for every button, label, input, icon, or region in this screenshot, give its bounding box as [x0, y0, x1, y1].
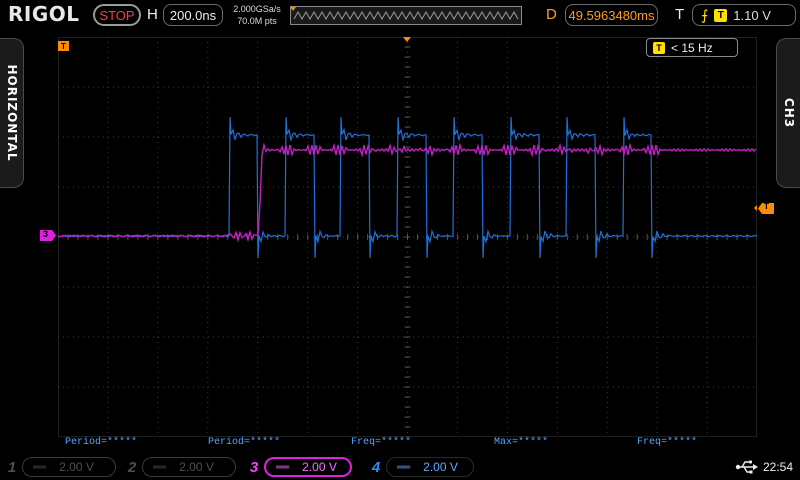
channel-3-pill[interactable]: 3 ══ 2.00 V — [244, 456, 352, 478]
channel-1-scale: 2.00 V — [59, 460, 94, 474]
channel-4-number: 4 — [371, 458, 381, 476]
channel-4-settings: ══ 2.00 V — [386, 457, 474, 477]
channel-2-settings: ══ 2.00 V — [142, 457, 236, 477]
channel-1-settings: ══ 2.00 V — [22, 457, 116, 477]
counter-source-badge: T — [653, 41, 665, 54]
top-status-bar: RIGOL STOP H 200.0ns 2.000GSa/s 70.0M pt… — [0, 0, 800, 32]
channel-2-pill[interactable]: 2 ══ 2.00 V — [122, 456, 236, 478]
frequency-counter[interactable]: T < 15 Hz — [646, 38, 738, 57]
channel-1-number: 1 — [7, 458, 17, 476]
trigger-level: 1.10 V — [733, 7, 771, 23]
channel-4-scale: 2.00 V — [423, 460, 458, 474]
trigger-level-flag-label: T — [764, 202, 769, 211]
svg-text:T: T — [61, 42, 66, 51]
trigger-label: T — [675, 6, 685, 23]
rising-edge-icon: ⨍ — [701, 6, 709, 23]
measurement-item[interactable]: Freq=***** — [637, 437, 697, 448]
channel-2-scale: 2.00 V — [179, 460, 214, 474]
delay-value[interactable]: 49.5963480ms — [565, 4, 658, 26]
time-reference-marker: T — [58, 41, 69, 51]
system-clock: 22:54 — [763, 460, 794, 474]
channel-tab-label: CH3 — [781, 97, 796, 129]
channel-1-pill[interactable]: 1 ══ 2.00 V — [2, 456, 116, 478]
waveform-display[interactable]: T — [58, 37, 757, 437]
sample-rate: 2.000GSa/s — [233, 4, 281, 14]
channel-3-scale: 2.00 V — [302, 460, 337, 474]
measurement-item[interactable]: Period=***** — [208, 437, 280, 448]
timebase-value[interactable]: 200.0ns — [163, 4, 223, 26]
dc-coupling-icon: ══ — [276, 461, 289, 473]
trigger-settings[interactable]: ⨍ T 1.10 V — [692, 4, 796, 26]
channel-status-bar: 1 ══ 2.00 V 2 ══ 2.00 V 3 ══ 2.00 V 4 ══… — [0, 454, 800, 480]
dc-coupling-icon: ══ — [153, 461, 166, 473]
measurement-item[interactable]: Max=***** — [494, 437, 548, 448]
channel-menu-tab[interactable]: CH3 — [776, 38, 800, 188]
usb-icon — [735, 460, 758, 474]
memory-depth: 70.0M pts — [237, 16, 277, 26]
channel-2-number: 2 — [127, 458, 137, 476]
channel-4-pill[interactable]: 4 ══ 2.00 V — [366, 456, 474, 478]
dc-coupling-icon: ══ — [33, 461, 46, 473]
brand-logo: RIGOL — [8, 2, 80, 26]
delay-label: D — [546, 6, 557, 23]
ch3-offset-marker[interactable]: 3 — [40, 230, 56, 241]
memory-overview-bar[interactable] — [290, 6, 522, 25]
trigger-level-flag[interactable]: T — [758, 203, 774, 214]
channel-3-settings: ══ 2.00 V — [264, 457, 352, 477]
measurement-item[interactable]: Period=***** — [65, 437, 137, 448]
horizontal-menu-tab[interactable]: HORIZONTAL — [0, 38, 24, 188]
horizontal-tab-label: HORIZONTAL — [4, 64, 19, 162]
horizontal-label: H — [147, 6, 158, 23]
measurement-row: Period=***** Period=***** Freq=***** Max… — [58, 437, 757, 451]
frequency-counter-value: < 15 Hz — [671, 40, 713, 55]
measurement-item[interactable]: Freq=***** — [351, 437, 411, 448]
acquisition-info: 2.000GSa/s 70.0M pts — [229, 3, 285, 27]
channel-3-number: 3 — [249, 458, 259, 476]
run-stop-status[interactable]: STOP — [93, 4, 141, 26]
trigger-source-badge: T — [714, 8, 728, 22]
ch3-offset-marker-label: 3 — [43, 229, 49, 239]
dc-coupling-icon: ══ — [397, 461, 410, 473]
